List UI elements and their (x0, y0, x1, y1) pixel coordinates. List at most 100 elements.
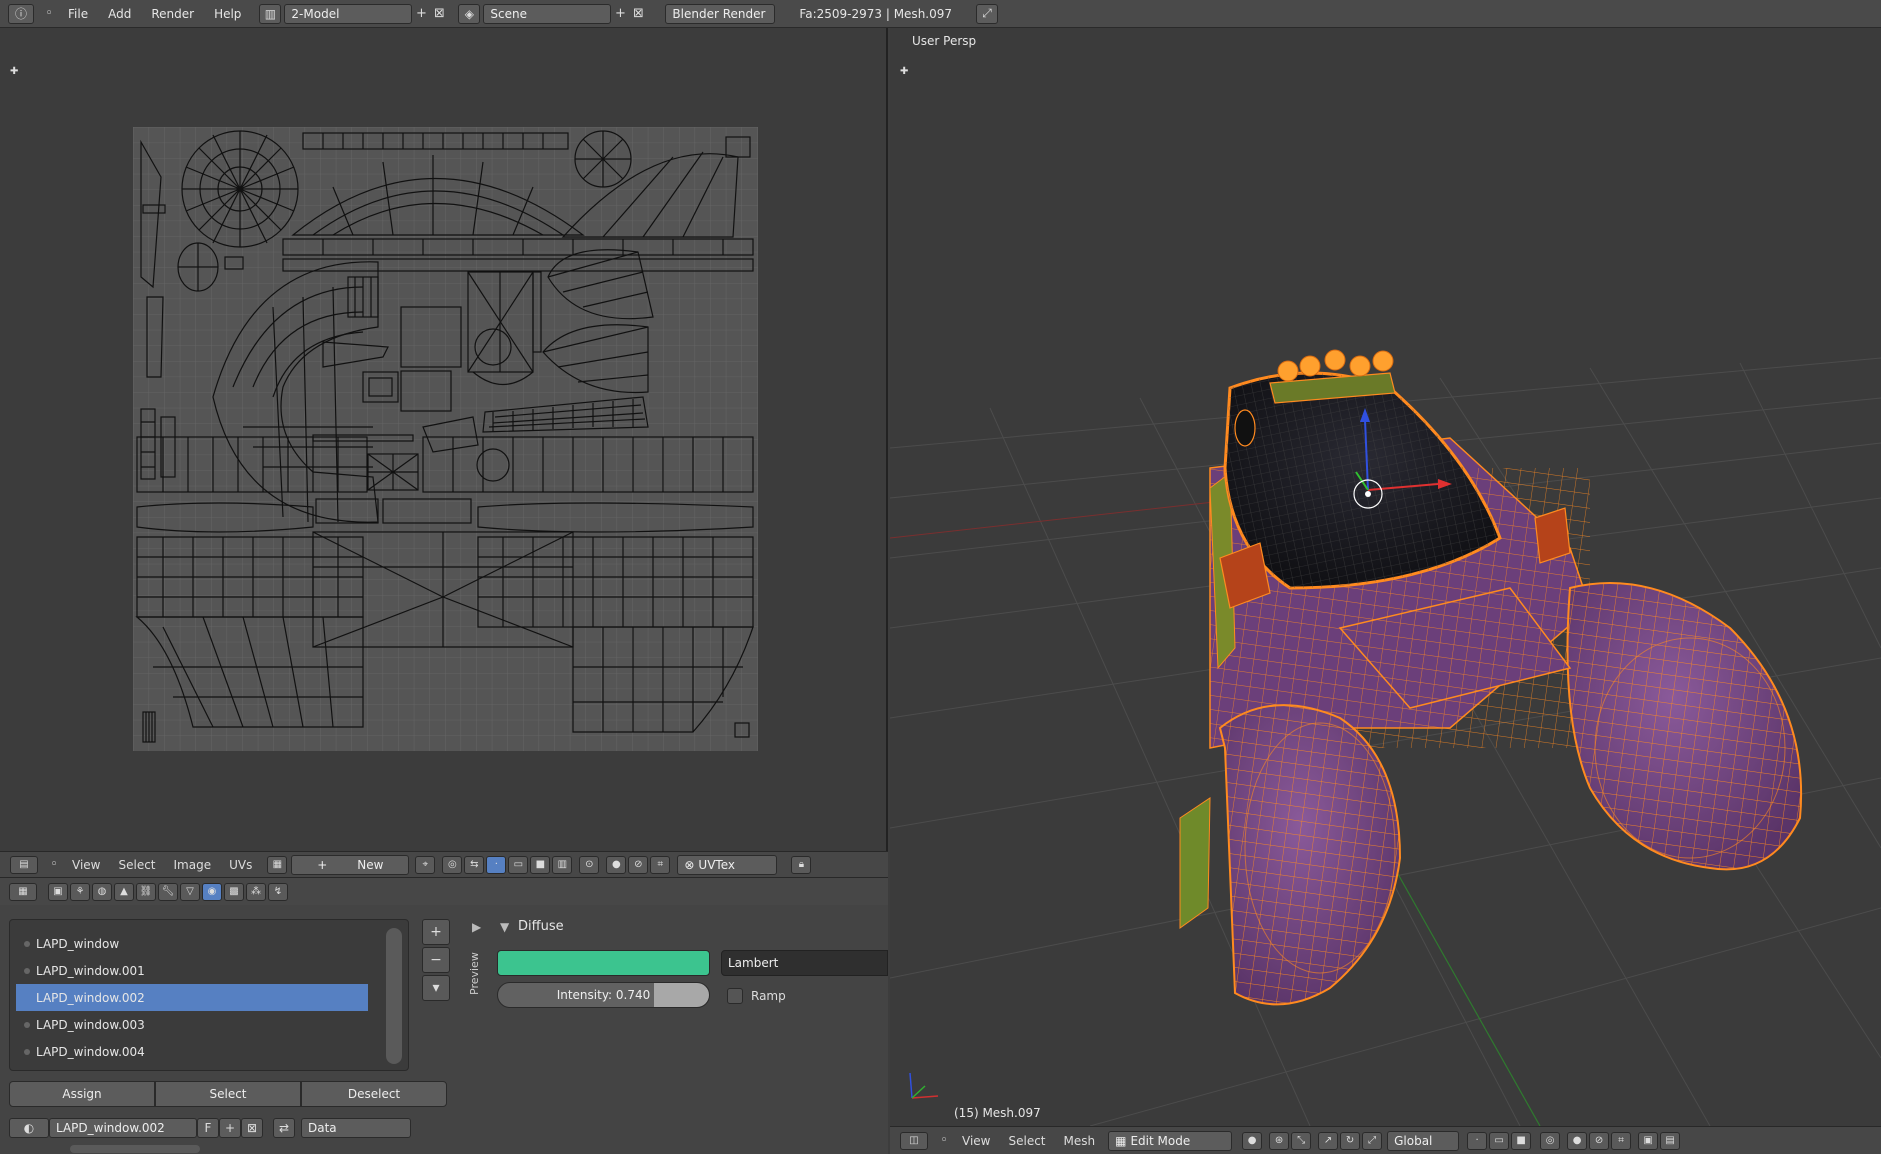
render-engine-select[interactable]: Blender Render (665, 3, 776, 24)
deselect-button[interactable]: Deselect (301, 1081, 447, 1107)
slot-specials-menu-button[interactable]: ▾ (422, 975, 450, 1001)
scene-icon[interactable]: ◈ (458, 3, 481, 24)
transform-orientation-select[interactable]: Global (1387, 1130, 1460, 1151)
remove-material-slot-button[interactable]: − (422, 947, 450, 973)
sticky-select-icon[interactable]: ⊙ (579, 855, 600, 874)
diffuse-shader-select[interactable]: Lambert (721, 950, 888, 976)
editor-type-properties-icon[interactable]: ▦ (9, 882, 37, 901)
uv-layout-canvas[interactable] (133, 127, 758, 751)
sync-selection-icon[interactable]: ⇆ (464, 855, 485, 874)
scale-icon[interactable]: ⤢ (1362, 1131, 1383, 1150)
menu-image[interactable]: Image (165, 858, 221, 872)
new-material-icon[interactable]: + (219, 1118, 241, 1138)
rotate-icon[interactable]: ↻ (1340, 1131, 1361, 1150)
menu-add[interactable]: Add (98, 7, 141, 21)
menu-file[interactable]: File (58, 7, 98, 21)
physics-tab-icon[interactable]: ↯ (268, 882, 288, 901)
screen-layout-icon[interactable]: ▥ (259, 3, 282, 24)
render-still-icon[interactable]: ▣ (1638, 1131, 1659, 1150)
fake-user-button[interactable]: F (197, 1118, 219, 1138)
mode-select[interactable]: ▦ Edit Mode (1108, 1130, 1233, 1151)
menu-mesh[interactable]: Mesh (1055, 1134, 1105, 1148)
editor-type-uv-icon[interactable]: ▤ (10, 855, 38, 874)
uv-map-select[interactable]: ⊗ UVTex (677, 854, 778, 875)
viewport-shading-icon[interactable]: ● (1242, 1131, 1263, 1150)
snap-target-icon[interactable]: ⌗ (650, 855, 671, 874)
editor-type-info-icon[interactable]: ⓘ (8, 3, 34, 24)
edge-select-icon[interactable]: ▭ (508, 855, 529, 874)
modifiers-tab-icon[interactable]: 🔧︎ (158, 882, 178, 901)
material-sphere-icon[interactable]: ◐ (9, 1118, 49, 1138)
diffuse-panel-title[interactable]: Diffuse (518, 919, 564, 934)
editor-corner-icon[interactable]: ✚ (900, 66, 908, 77)
preview-collapsed-icon[interactable]: ▶ (472, 920, 481, 934)
menu-view[interactable]: View (953, 1134, 999, 1148)
editor-type-3d-icon[interactable]: ◫ (900, 1131, 928, 1150)
collapse-menu-icon[interactable]: ◦ (40, 5, 58, 23)
remove-scene-icon[interactable]: ⊠ (629, 5, 647, 23)
scene-field[interactable]: Scene (483, 3, 612, 24)
screen-layout-field[interactable]: 2-Model (284, 3, 413, 24)
horizontal-scrollbar[interactable] (70, 1145, 200, 1153)
object-tab-icon[interactable]: ▲ (114, 882, 134, 901)
face-select-icon[interactable]: ■ (530, 855, 551, 874)
preview-panel-label[interactable]: Preview (468, 952, 481, 995)
editor-corner-icon[interactable]: ✚ (10, 66, 18, 77)
menu-select[interactable]: Select (999, 1134, 1054, 1148)
collapse-menu-icon[interactable]: ◦ (935, 1132, 953, 1150)
edge-select-icon[interactable]: ▭ (1489, 1131, 1510, 1150)
unlink-material-icon[interactable]: ⊠ (241, 1118, 263, 1138)
material-name-field[interactable]: LAPD_window.002 (49, 1118, 197, 1138)
render-tab-icon[interactable]: ▣ (48, 882, 68, 901)
material-tab-icon[interactable]: ◉ (202, 882, 222, 901)
remove-screen-icon[interactable]: ⊠ (430, 5, 448, 23)
snap-icon[interactable]: ⊘ (628, 855, 649, 874)
vertex-select-icon[interactable]: · (486, 855, 507, 874)
proportional-edit-icon[interactable]: ● (606, 855, 627, 874)
proportional-edit-icon[interactable]: ● (1567, 1131, 1588, 1150)
uv-image-editor[interactable]: ✚ (0, 28, 888, 855)
menu-help[interactable]: Help (204, 7, 251, 21)
add-scene-icon[interactable]: + (611, 5, 629, 23)
ramp-toggle[interactable]: Ramp (727, 988, 786, 1004)
pin-image-icon[interactable]: ⌖ (415, 855, 436, 874)
material-slot[interactable]: LAPD_window (10, 930, 408, 957)
collapse-menu-icon[interactable]: ◦ (45, 856, 63, 874)
menu-uvs[interactable]: UVs (220, 858, 261, 872)
pivot-point-icon[interactable]: ⊛ (1269, 1131, 1290, 1150)
material-list-scrollbar[interactable] (386, 928, 402, 1064)
3d-viewport[interactable]: User Persp ✚ (15) Mesh.097 (890, 28, 1881, 1126)
island-select-icon[interactable]: ▥ (552, 855, 573, 874)
select-button[interactable]: Select (155, 1081, 301, 1107)
manipulator-icon[interactable]: ⤡ (1291, 1131, 1312, 1150)
scene-tab-icon[interactable]: ⚘ (70, 882, 90, 901)
constraints-tab-icon[interactable]: ⛓ (136, 882, 156, 901)
translate-icon[interactable]: ↗ (1318, 1131, 1339, 1150)
add-material-slot-button[interactable]: + (422, 919, 450, 945)
vertex-select-icon[interactable]: · (1467, 1131, 1488, 1150)
fullscreen-icon[interactable]: ⤢ (976, 3, 999, 24)
ramp-checkbox[interactable] (727, 988, 743, 1004)
material-slot-selected[interactable]: LAPD_window.002 (16, 984, 368, 1011)
diffuse-intensity-slider[interactable]: Intensity: 0.740 (497, 982, 710, 1008)
menu-view[interactable]: View (63, 858, 109, 872)
image-browse-icon[interactable]: ▦ (267, 855, 288, 874)
menu-render[interactable]: Render (141, 7, 204, 21)
world-tab-icon[interactable]: ◍ (92, 882, 112, 901)
material-slot[interactable]: LAPD_window.001 (10, 957, 408, 984)
texture-tab-icon[interactable]: ▩ (224, 882, 244, 901)
menu-select[interactable]: Select (109, 858, 164, 872)
snap-element-icon[interactable]: ⌗ (1611, 1131, 1632, 1150)
add-screen-icon[interactable]: + (412, 5, 430, 23)
assign-button[interactable]: Assign (9, 1081, 155, 1107)
diffuse-expanded-icon[interactable]: ▼ (500, 920, 509, 934)
material-slot[interactable]: LAPD_window.003 (10, 1011, 408, 1038)
particles-tab-icon[interactable]: ⁂ (246, 882, 266, 901)
diffuse-color-swatch[interactable] (497, 950, 710, 976)
material-slot-list[interactable]: LAPD_window LAPD_window.001 LAPD_window.… (9, 919, 409, 1071)
face-select-icon[interactable]: ■ (1511, 1131, 1532, 1150)
material-slot[interactable]: LAPD_window.004 (10, 1038, 408, 1065)
data-tab-icon[interactable]: ▽ (180, 882, 200, 901)
snap-toggle-icon[interactable]: ⊘ (1589, 1131, 1610, 1150)
link-toggle-icon[interactable]: ⇄ (273, 1118, 295, 1138)
